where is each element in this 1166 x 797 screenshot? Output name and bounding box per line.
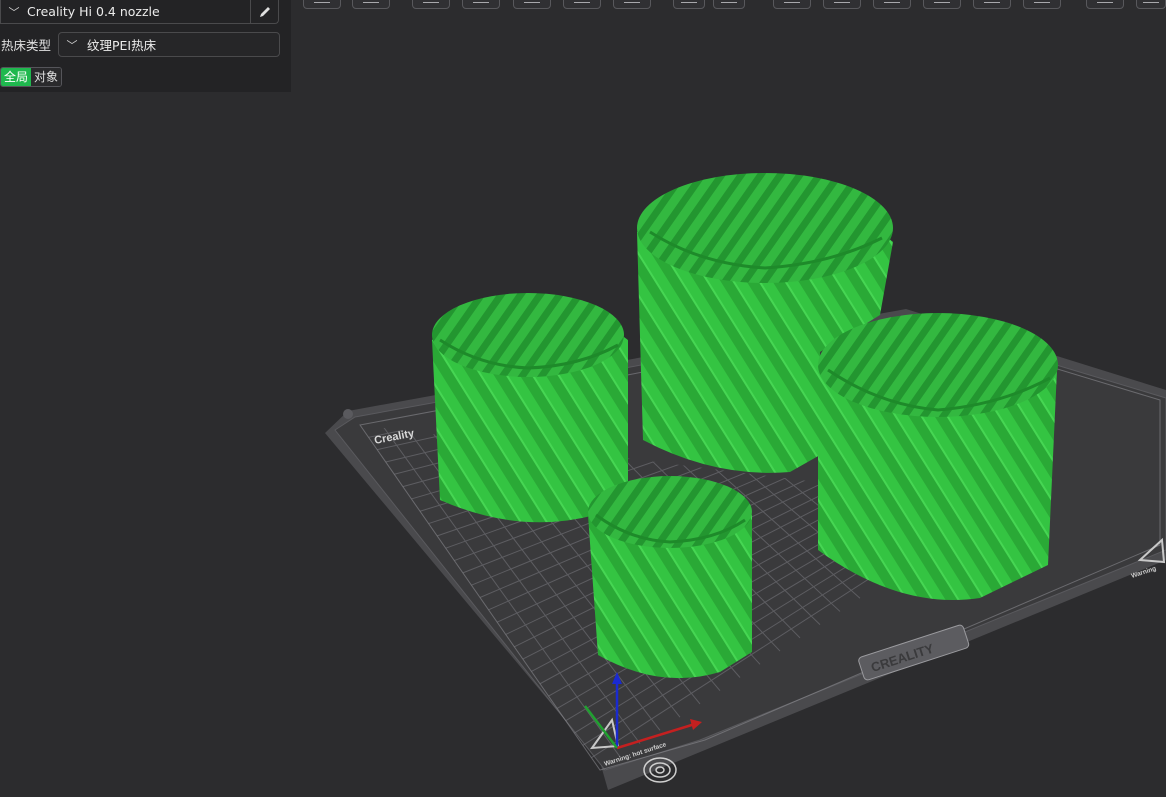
rotate-icon[interactable] xyxy=(713,0,745,9)
auto-orient-icon[interactable] xyxy=(513,0,551,9)
model-cylinder-right[interactable] xyxy=(818,313,1058,600)
model-cylinder-small[interactable] xyxy=(588,476,752,679)
toolbar-glyph xyxy=(784,0,800,3)
scale-icon[interactable] xyxy=(773,0,811,9)
printer-name: Creality Hi 0.4 nozzle xyxy=(27,4,160,19)
measure-icon[interactable] xyxy=(973,0,1011,9)
bed-type-row: 热床类型 ﹀ 纹理PEI热床 xyxy=(0,32,280,57)
bed-type-value: 纹理PEI热床 xyxy=(87,38,157,53)
chevron-down-icon[interactable]: ﹀ xyxy=(63,37,81,53)
toolbar-glyph xyxy=(423,0,439,3)
edit-printer-button[interactable] xyxy=(250,0,278,24)
toolbar-glyph xyxy=(834,0,850,3)
chevron-down-icon[interactable]: ﹀ xyxy=(5,4,23,20)
move-icon[interactable] xyxy=(673,0,705,9)
variable-layer-icon[interactable] xyxy=(1136,0,1166,9)
toolbar-glyph xyxy=(984,0,1000,3)
scope-tabs: 全局 对象 xyxy=(0,67,63,87)
text-icon[interactable] xyxy=(1086,0,1124,9)
top-toolbar xyxy=(300,0,1166,12)
toolbar-glyph xyxy=(574,0,590,3)
toolbar-glyph xyxy=(363,0,379,3)
printer-selector[interactable]: ﹀ Creality Hi 0.4 nozzle xyxy=(0,0,279,24)
pencil-icon xyxy=(259,6,270,17)
toolbar-glyph xyxy=(721,0,737,3)
toolbar-glyph xyxy=(1097,0,1113,3)
toolbar-glyph xyxy=(314,0,330,3)
orient-icon[interactable] xyxy=(412,0,450,9)
settings-panel: ﹀ Creality Hi 0.4 nozzle 热床类型 ﹀ 纹理PEI热床 … xyxy=(0,0,291,92)
add-plate-icon[interactable] xyxy=(352,0,390,9)
plate-corner-dot xyxy=(343,409,353,419)
seam-icon[interactable] xyxy=(923,0,961,9)
layout-icon[interactable] xyxy=(613,0,651,9)
toolbar-glyph xyxy=(1143,0,1159,3)
assembly-icon[interactable] xyxy=(1023,0,1061,9)
toolbar-glyph xyxy=(884,0,900,3)
3d-viewport[interactable]: Creality CREALITY Warning: hot surface W… xyxy=(0,0,1166,797)
bed-type-select[interactable]: ﹀ 纹理PEI热床 xyxy=(58,32,280,57)
toolbar-glyph xyxy=(524,0,540,3)
split-icon[interactable] xyxy=(563,0,601,9)
model-cylinder-left[interactable] xyxy=(432,293,628,523)
bed-type-label: 热床类型 xyxy=(1,38,52,53)
add-icon[interactable] xyxy=(303,0,341,9)
toolbar-glyph xyxy=(624,0,640,3)
tab-global[interactable]: 全局 xyxy=(1,68,32,86)
arrange-icon[interactable] xyxy=(462,0,500,9)
toolbar-glyph xyxy=(681,0,697,3)
support-icon[interactable] xyxy=(873,0,911,9)
toolbar-glyph xyxy=(473,0,489,3)
cut-icon[interactable] xyxy=(823,0,861,9)
toolbar-glyph xyxy=(1034,0,1050,3)
tab-object[interactable]: 对象 xyxy=(31,68,62,86)
toolbar-glyph xyxy=(934,0,950,3)
